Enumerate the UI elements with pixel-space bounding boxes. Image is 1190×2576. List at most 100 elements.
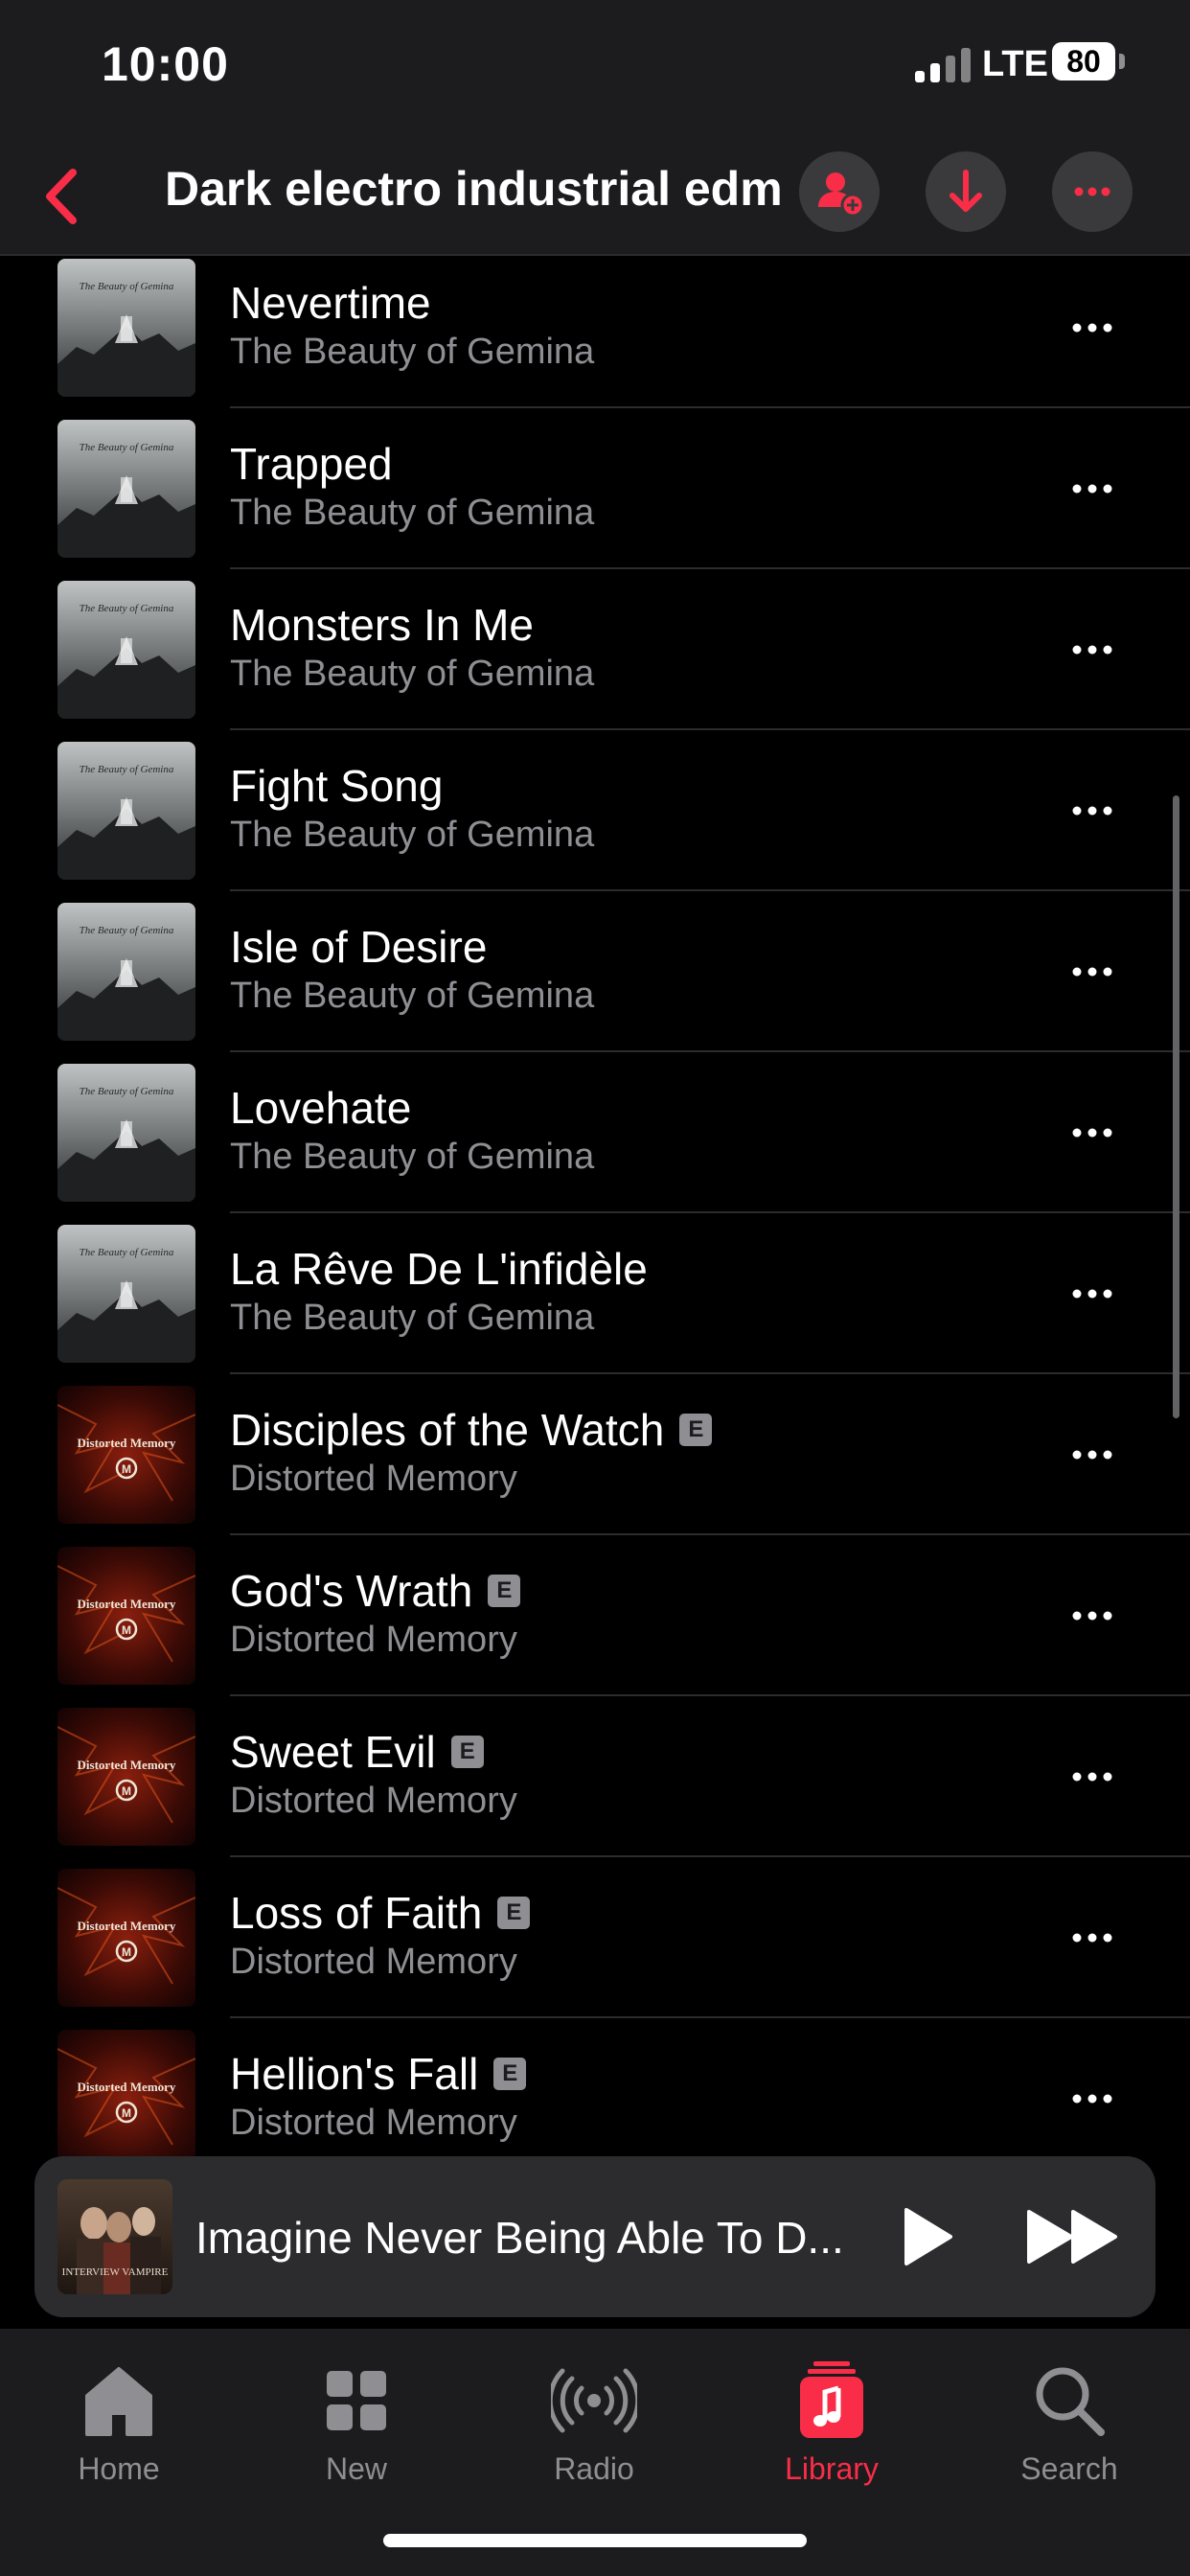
add-collaborator-button[interactable]: [799, 151, 880, 232]
tab-label: Radio: [554, 2451, 634, 2486]
svg-text:M: M: [122, 1623, 131, 1637]
search-icon: [1036, 2367, 1105, 2436]
tab-new[interactable]: New: [261, 2358, 452, 2501]
home-indicator: [383, 2534, 807, 2547]
radio-icon: [551, 2368, 637, 2433]
song-more-button[interactable]: [1064, 1909, 1121, 1966]
song-title-line: Nevertime: [230, 276, 431, 330]
cover-text: The Beauty of Gemina: [80, 1086, 174, 1097]
song-more-button[interactable]: [1064, 1748, 1121, 1806]
song-row[interactable]: The Beauty of Gemina Fight Song The Beau…: [0, 730, 1190, 891]
song-more-button[interactable]: [1064, 299, 1121, 356]
battery-icon: 80: [1052, 42, 1115, 80]
play-button[interactable]: [887, 2198, 964, 2275]
ellipsis-icon: [1072, 1933, 1112, 1943]
song-title-line: Lovehate: [230, 1081, 411, 1135]
song-title-line: Loss of Faith E: [230, 1886, 531, 1940]
ellipsis-icon: [1072, 323, 1112, 333]
song-title-line: Sweet Evil E: [230, 1725, 484, 1779]
song-row[interactable]: Distorted Memory M Loss of Faith E Disto…: [0, 1857, 1190, 2018]
cover-text: Distorted Memory: [78, 1597, 176, 1611]
battery-cap: [1119, 54, 1125, 69]
ellipsis-icon: [1072, 2094, 1112, 2104]
song-row[interactable]: The Beauty of Gemina Isle of Desire The …: [0, 891, 1190, 1052]
tab-radio[interactable]: Radio: [498, 2358, 690, 2501]
song-more-button[interactable]: [1064, 782, 1121, 840]
tab-library[interactable]: Library: [736, 2358, 927, 2501]
ellipsis-icon: [1072, 806, 1112, 816]
song-title: Loss of Faith: [230, 1888, 483, 1938]
album-artwork: The Beauty of Gemina: [57, 420, 195, 558]
song-row[interactable]: The Beauty of Gemina La Rêve De L'infidè…: [0, 1213, 1190, 1374]
song-artist: The Beauty of Gemina: [230, 493, 595, 533]
song-row[interactable]: The Beauty of Gemina Lovehate The Beauty…: [0, 1052, 1190, 1213]
explicit-badge: E: [488, 1575, 521, 1607]
song-title-line: Trapped: [230, 437, 393, 491]
song-title: Disciples of the Watch: [230, 1405, 665, 1455]
song-title-line: God's Wrath E: [230, 1564, 521, 1618]
song-artist: The Beauty of Gemina: [230, 815, 595, 855]
scrollbar[interactable]: [1173, 795, 1179, 1418]
download-arrow-icon: [950, 170, 982, 212]
svg-text:M: M: [122, 1462, 131, 1476]
song-row[interactable]: The Beauty of Gemina Trapped The Beauty …: [0, 408, 1190, 569]
song-more-button[interactable]: [1064, 1426, 1121, 1484]
explicit-badge: E: [450, 1736, 484, 1768]
grid-icon: [327, 2371, 386, 2430]
navigation-bar: Dark electro industrial edm: [0, 144, 1190, 256]
cover-text: INTERVIEW VAMPIRE: [62, 2266, 169, 2278]
cover-text: The Beauty of Gemina: [80, 603, 174, 614]
song-more-button[interactable]: [1064, 1265, 1121, 1322]
song-title: Isle of Desire: [230, 922, 488, 972]
page-title: Dark electro industrial edm: [165, 162, 783, 216]
cover-text: The Beauty of Gemina: [80, 925, 174, 936]
back-button[interactable]: [34, 163, 92, 230]
song-row[interactable]: The Beauty of Gemina Monsters In Me The …: [0, 569, 1190, 730]
song-row[interactable]: Distorted Memory M God's Wrath E Distort…: [0, 1535, 1190, 1696]
song-row[interactable]: The Beauty of Gemina Nevertime The Beaut…: [0, 254, 1190, 408]
song-more-button[interactable]: [1064, 1587, 1121, 1644]
song-artist: The Beauty of Gemina: [230, 332, 595, 372]
svg-text:M: M: [122, 1945, 131, 1959]
tab-label: Home: [78, 2451, 160, 2486]
ellipsis-icon: [1072, 1772, 1112, 1782]
tab-label: Library: [785, 2451, 879, 2486]
song-row[interactable]: Distorted Memory M Hellion's Fall E Dist…: [0, 2018, 1190, 2156]
now-playing-artwork: INTERVIEW VAMPIRE: [57, 2179, 172, 2294]
explicit-badge: E: [497, 1897, 531, 1929]
tab-home[interactable]: Home: [23, 2358, 215, 2501]
next-track-button[interactable]: [1021, 2198, 1127, 2275]
album-artwork: Distorted Memory M: [57, 1547, 195, 1685]
song-title-line: Monsters In Me: [230, 598, 534, 652]
song-title: La Rêve De L'infidèle: [230, 1244, 648, 1294]
cover-text: Distorted Memory: [78, 1758, 176, 1772]
cover-text: The Beauty of Gemina: [80, 442, 174, 453]
download-button[interactable]: [926, 151, 1006, 232]
mini-player[interactable]: INTERVIEW VAMPIRE Imagine Never Being Ab…: [34, 2156, 1156, 2317]
song-title-line: Fight Song: [230, 759, 443, 813]
song-more-button[interactable]: [1064, 943, 1121, 1000]
person-add-icon: [818, 172, 865, 218]
song-title: Monsters In Me: [230, 600, 534, 650]
song-more-button[interactable]: [1064, 2070, 1121, 2128]
song-row[interactable]: Distorted Memory M Disciples of the Watc…: [0, 1374, 1190, 1535]
song-more-button[interactable]: [1064, 460, 1121, 518]
forward-icon: [1027, 2210, 1117, 2264]
song-title: Lovehate: [230, 1083, 412, 1133]
ellipsis-icon: [1072, 484, 1112, 494]
more-options-button[interactable]: [1052, 151, 1133, 232]
album-artwork: The Beauty of Gemina: [57, 742, 195, 880]
tab-search[interactable]: Search: [973, 2358, 1165, 2501]
song-more-button[interactable]: [1064, 1104, 1121, 1162]
album-artwork: The Beauty of Gemina: [57, 903, 195, 1041]
song-title-line: Hellion's Fall E: [230, 2047, 527, 2101]
svg-text:M: M: [122, 2106, 131, 2120]
song-list[interactable]: The Beauty of Gemina Nevertime The Beaut…: [0, 254, 1190, 2156]
cover-text: Distorted Memory: [78, 1436, 176, 1450]
song-title-line: La Rêve De L'infidèle: [230, 1242, 648, 1296]
song-row[interactable]: Distorted Memory M Sweet Evil E Distorte…: [0, 1696, 1190, 1857]
album-artwork: Distorted Memory M: [57, 1869, 195, 2007]
song-title: Nevertime: [230, 278, 431, 328]
song-more-button[interactable]: [1064, 621, 1121, 678]
explicit-badge: E: [679, 1414, 713, 1446]
